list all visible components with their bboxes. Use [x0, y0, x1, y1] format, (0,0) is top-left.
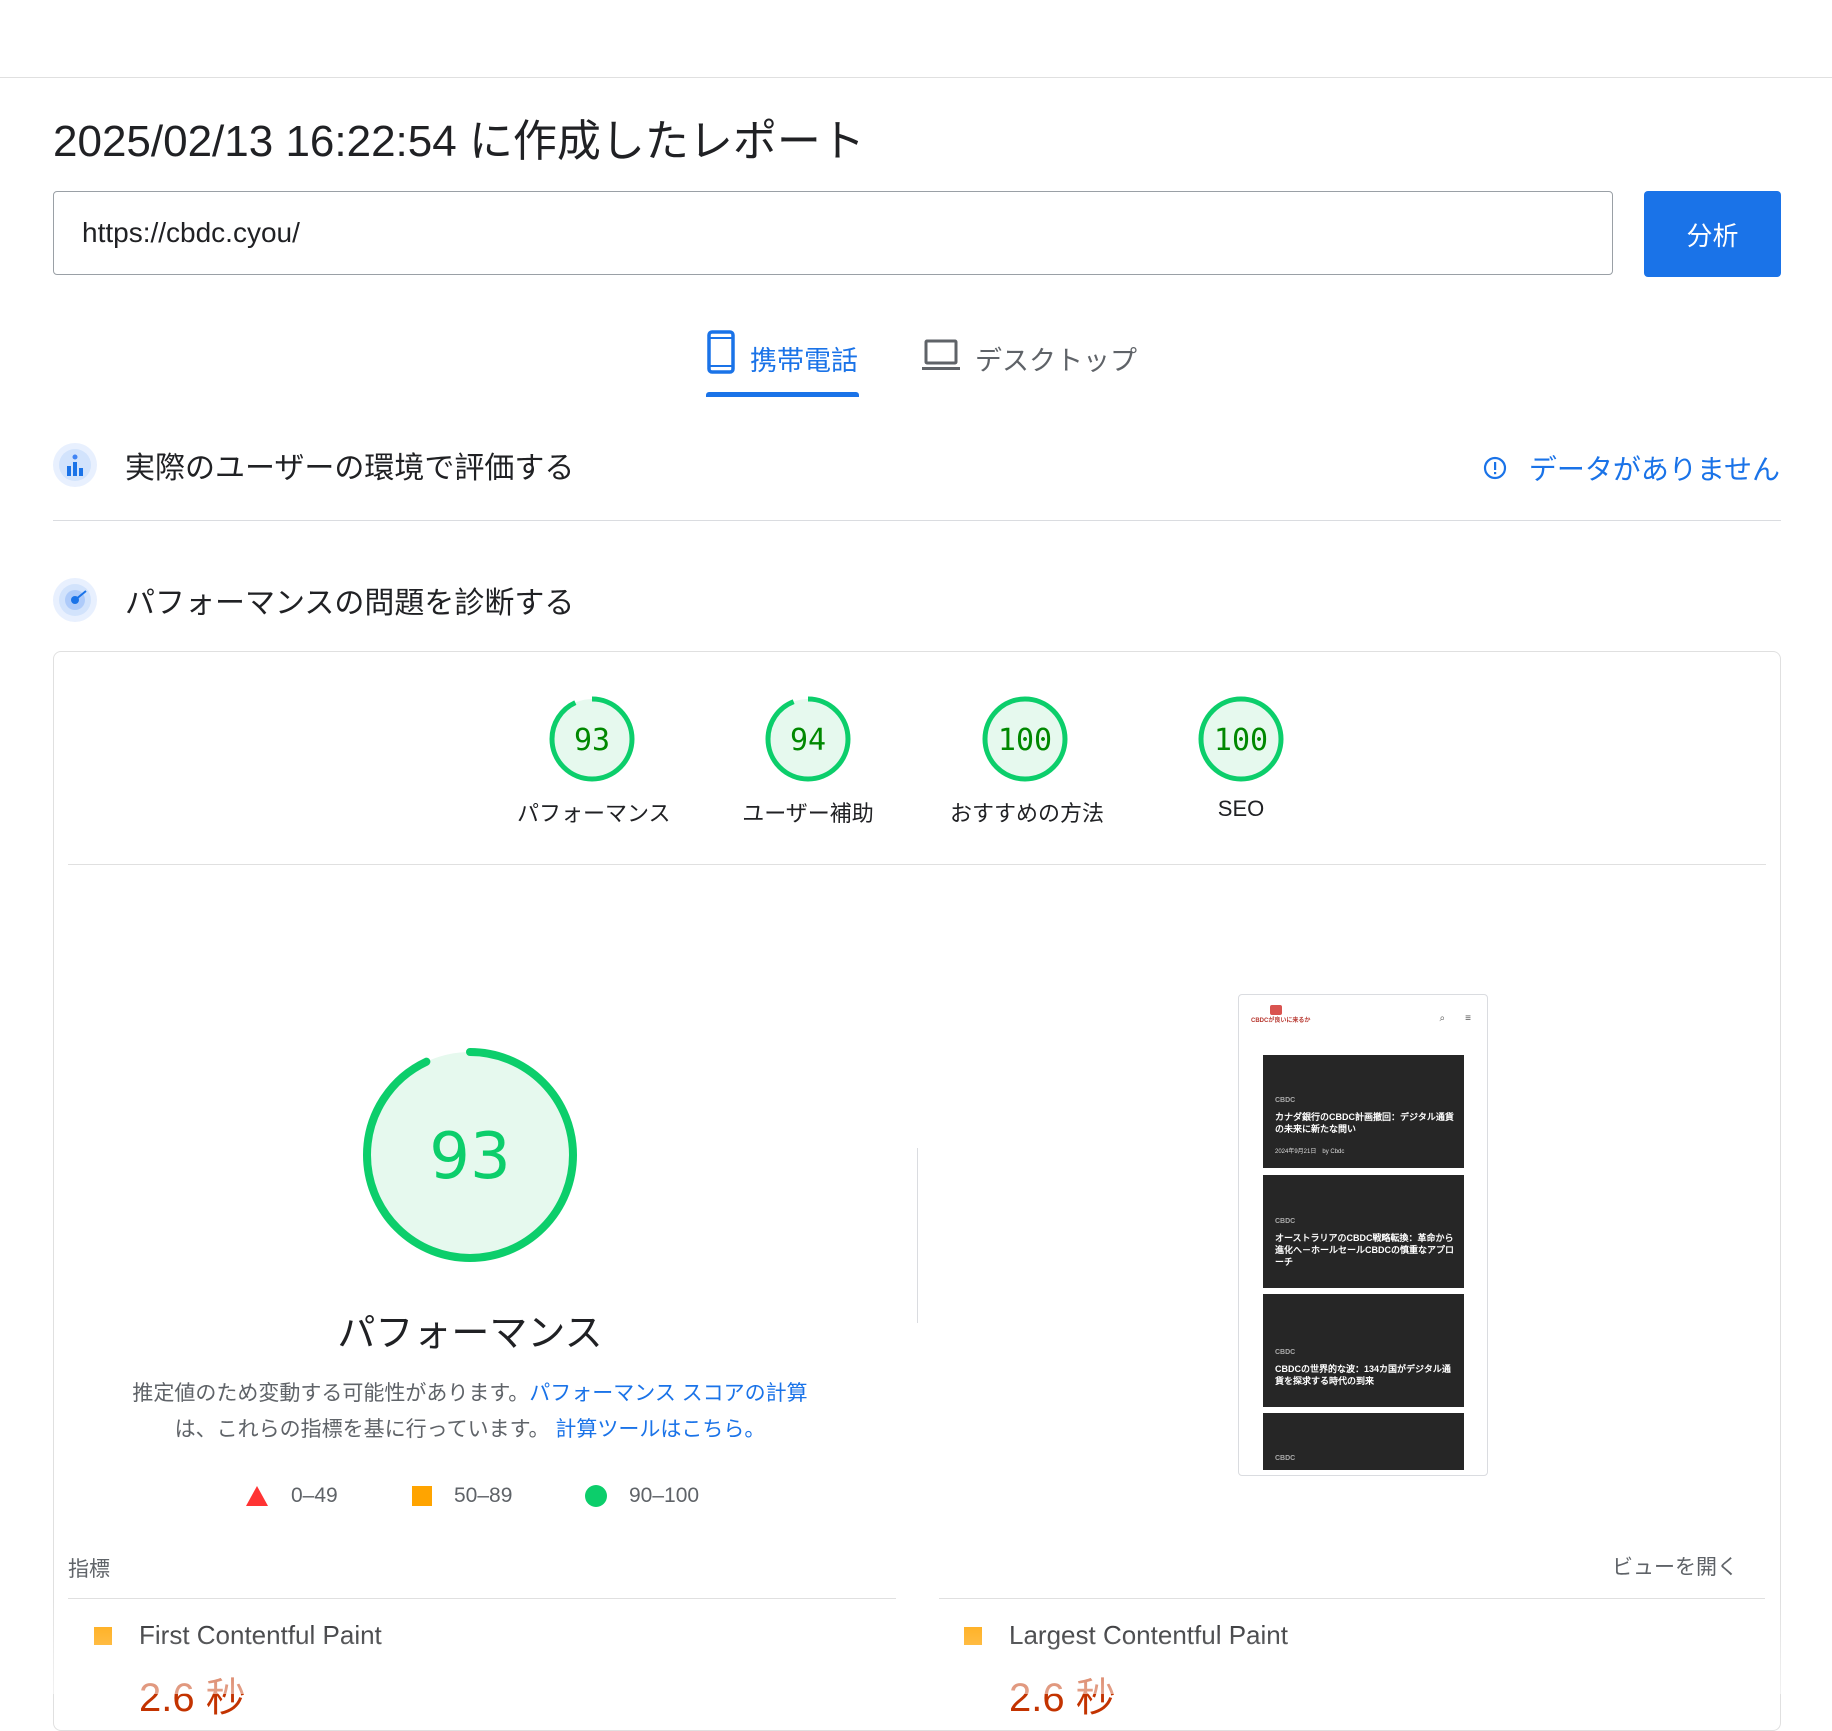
- gauge-score: 100: [1214, 723, 1268, 758]
- post-meta: 2024年9月21日 by Cbdc: [1275, 1149, 1345, 1155]
- site-logo-mark: [1270, 1005, 1282, 1015]
- site-logo: CBDCが良いに来るか: [1251, 1018, 1311, 1024]
- circle-icon: [585, 1485, 607, 1507]
- metric-divider: [68, 1598, 896, 1599]
- legend-pass: 90–100: [585, 1484, 699, 1508]
- tab-desktop[interactable]: デスクトップ: [921, 330, 1137, 396]
- field-data-title: 実際のユーザーの環境で評価する: [125, 452, 575, 485]
- menu-icon: ≡: [1465, 1013, 1471, 1024]
- no-data-label: データがありません: [1528, 454, 1780, 485]
- active-tab-indicator: [706, 392, 859, 397]
- no-data-link[interactable]: データがありません: [1483, 448, 1780, 488]
- triangle-icon: [246, 1486, 268, 1506]
- metric-divider: [939, 1598, 1765, 1599]
- gauge-ring: 94: [765, 696, 851, 782]
- average-square-icon: [964, 1626, 982, 1645]
- screenshot-post: CBDC: [1263, 1413, 1464, 1470]
- average-square-icon: [94, 1626, 112, 1645]
- metric-lcp: Largest Contentful Paint 2.6 秒: [964, 1620, 1288, 1723]
- legend-fail: 0–49: [245, 1484, 338, 1508]
- gauge-score: 100: [998, 723, 1052, 758]
- gauge-ring: 100: [982, 696, 1068, 782]
- calculator-link[interactable]: 計算ツールはこちら。: [555, 1418, 765, 1441]
- diagnose-title: パフォーマンスの問題を診断する: [125, 587, 575, 620]
- post-title: カナダ銀行のCBDC計画撤回：デジタル通貨の未来に新たな問い: [1275, 1112, 1454, 1134]
- screenshot-header: CBDCが良いに来るか ⌕ ≡: [1239, 995, 1487, 1051]
- users-chart-icon: [53, 443, 97, 487]
- section-divider: [53, 520, 1781, 521]
- score-calc-link[interactable]: パフォーマンス スコアの計算: [529, 1382, 807, 1405]
- screenshot-post: CBDC オーストラリアのCBDC戦略転換：革命から進化へ－ホールセールCBDC…: [1263, 1175, 1464, 1288]
- square-icon: [412, 1486, 432, 1506]
- screenshot-post: CBDC カナダ銀行のCBDC計画撤回：デジタル通貨の未来に新たな問い 2024…: [1263, 1055, 1464, 1168]
- screenshot-header-icons: ⌕ ≡: [1440, 1013, 1471, 1024]
- gauge-ring: 93: [549, 696, 635, 782]
- url-input[interactable]: [54, 192, 1612, 274]
- post-tag: CBDC: [1275, 1349, 1296, 1356]
- gauge-label: おすすめの方法: [950, 801, 1105, 826]
- post-tag: CBDC: [1275, 1455, 1296, 1462]
- top-bar: [0, 0, 1832, 78]
- gauge-label: ユーザー補助: [742, 801, 874, 826]
- legend-pass-range: 90–100: [629, 1484, 700, 1507]
- info-icon: [1483, 456, 1506, 480]
- lighthouse-icon: [53, 578, 97, 622]
- desc-middle: は、これらの指標を基に行っています。: [174, 1418, 550, 1441]
- performance-title: パフォーマンス: [337, 1313, 603, 1355]
- url-input-box[interactable]: [53, 191, 1613, 275]
- post-title: オーストラリアのCBDC戦略転換：革命から進化へ－ホールセールCBDCの慎重なア…: [1275, 1233, 1454, 1267]
- metric-name: Largest Contentful Paint: [1009, 1620, 1288, 1650]
- performance-gauge-large: 93: [363, 1048, 577, 1262]
- laptop-icon: [922, 339, 960, 370]
- gauge-seo[interactable]: 100 SEO: [1166, 695, 1316, 822]
- gauge-label: SEO: [1217, 796, 1265, 821]
- gauge-best-practices[interactable]: 100 おすすめの方法: [950, 695, 1105, 828]
- report-title: 2025/02/13 16:22:54 に作成したレポート: [53, 117, 865, 166]
- gauge-score: 93: [574, 723, 610, 758]
- desc-prefix: 推定値のため変動する可能性があります。: [132, 1382, 530, 1405]
- performance-score: 93: [429, 1120, 510, 1194]
- tab-mobile[interactable]: 携帯電話: [706, 330, 859, 396]
- gauge-performance[interactable]: 93 パフォーマンス: [517, 695, 671, 828]
- gauge-accessibility[interactable]: 94 ユーザー補助: [733, 695, 883, 828]
- phone-icon: [707, 330, 735, 374]
- post-tag: CBDC: [1275, 1218, 1296, 1225]
- metric-name: First Contentful Paint: [139, 1620, 382, 1650]
- tab-mobile-label: 携帯電話: [750, 346, 858, 376]
- tab-desktop-label: デスクトップ: [975, 346, 1137, 376]
- metric-fcp: First Contentful Paint 2.6 秒: [94, 1620, 382, 1723]
- legend-average: 50–89: [412, 1484, 512, 1508]
- search-icon: ⌕: [1439, 1013, 1446, 1024]
- gauge-label: パフォーマンス: [517, 801, 671, 826]
- screenshot-post: CBDC CBDCの世界的な波：134カ国がデジタル通貨を探求する時代の到来: [1263, 1294, 1464, 1407]
- legend-average-range: 50–89: [454, 1484, 513, 1507]
- gauge-ring: 100: [1198, 696, 1284, 782]
- field-data-header: 実際のユーザーの環境で評価する: [53, 443, 574, 487]
- metric-value: 2.6 秒: [139, 1676, 246, 1720]
- post-title: CBDCの世界的な波：134カ国がデジタル通貨を探求する時代の到来: [1275, 1364, 1451, 1386]
- legend-fail-range: 0–49: [291, 1484, 338, 1507]
- expand-view-button[interactable]: ビューを開く: [1612, 1551, 1738, 1581]
- page-screenshot: CBDCが良いに来るか ⌕ ≡ CBDC カナダ銀行のCBDC計画撤回：デジタル…: [1238, 994, 1488, 1476]
- metric-value: 2.6 秒: [1009, 1676, 1116, 1720]
- analyze-button[interactable]: 分析: [1644, 191, 1781, 277]
- performance-description: 推定値のため変動する可能性があります。パフォーマンス スコアの計算 は、これらの…: [108, 1376, 832, 1448]
- gauge-score: 94: [790, 723, 826, 758]
- vertical-divider: [917, 1148, 918, 1323]
- post-tag: CBDC: [1275, 1097, 1296, 1104]
- diagnose-header: パフォーマンスの問題を診断する: [53, 578, 574, 622]
- card-divider: [68, 864, 1766, 865]
- metrics-label: 指標: [68, 1558, 110, 1581]
